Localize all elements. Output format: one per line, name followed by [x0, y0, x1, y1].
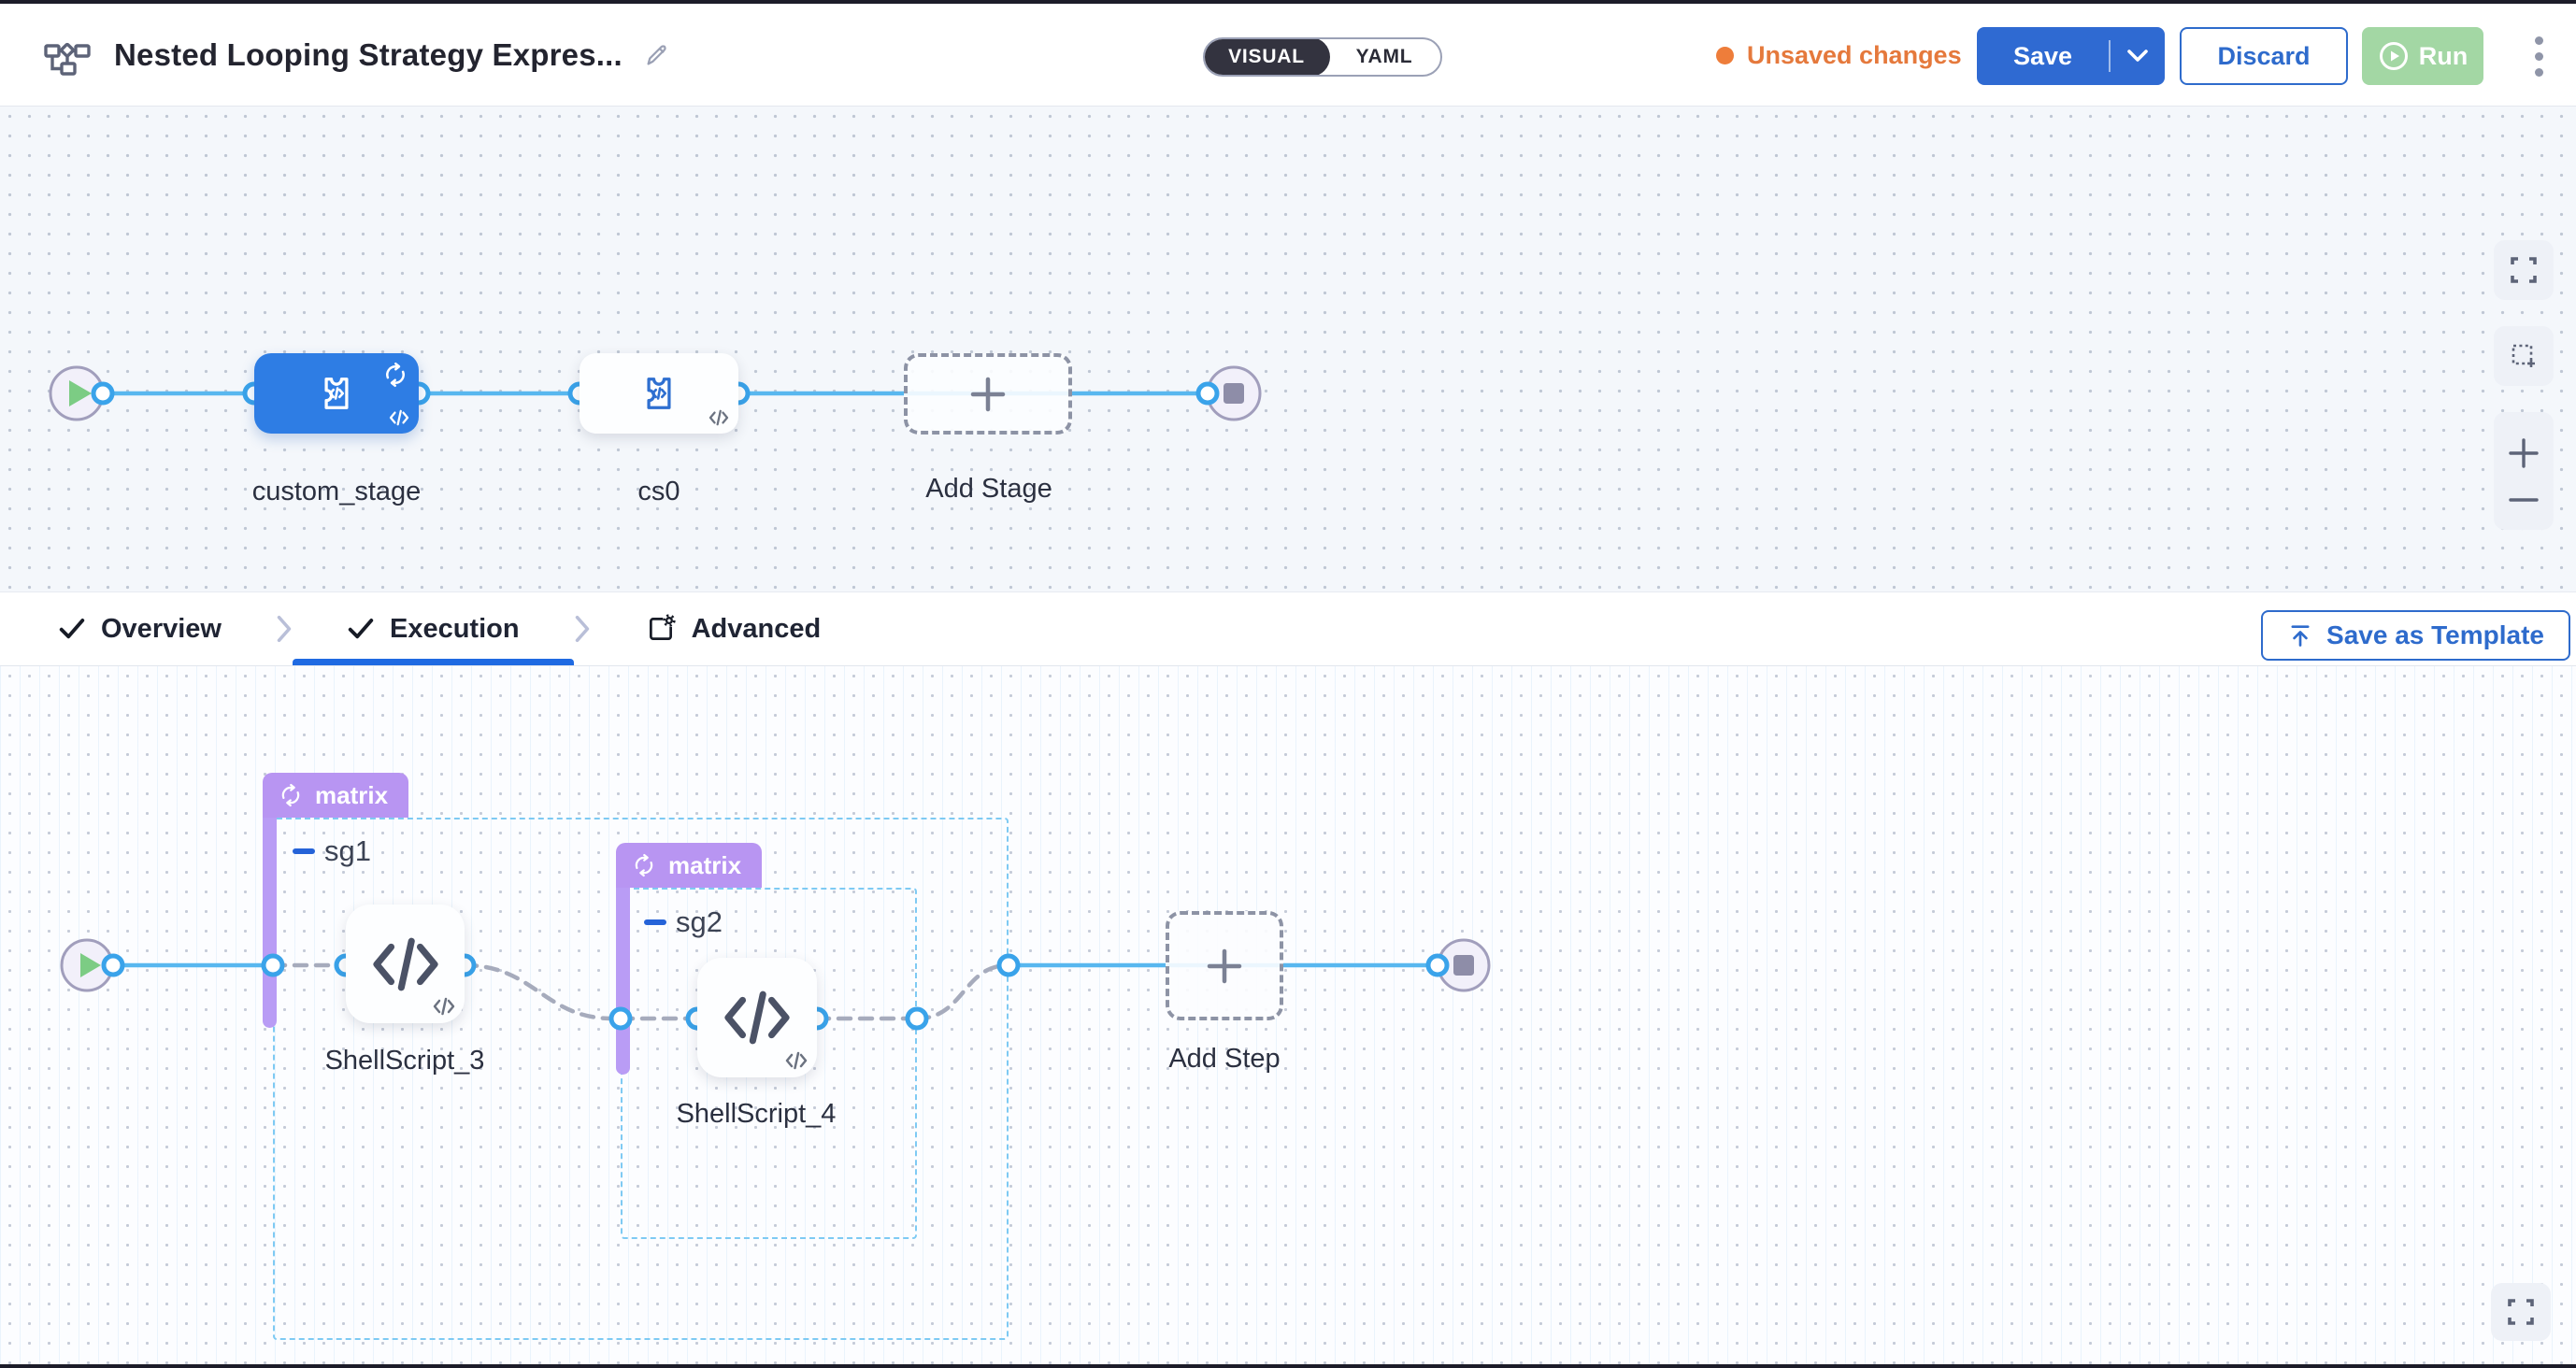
code-icon	[433, 997, 455, 1016]
stage-connectors	[0, 107, 2576, 591]
advanced-settings-icon	[645, 613, 677, 645]
save-button[interactable]: Save	[1977, 27, 2109, 85]
execution-graph-canvas[interactable]: matrix sg1 matrix sg2	[0, 666, 2576, 1364]
connector-port[interactable]	[999, 956, 1018, 975]
stage-label: cs0	[637, 477, 680, 507]
stop-icon	[1224, 383, 1244, 404]
step-label: ShellScript_4	[677, 1099, 837, 1130]
stage-tabs: Overview Execution Advanced	[0, 591, 2576, 666]
window-bottom-edge	[0, 1364, 2576, 1368]
connector-port[interactable]	[908, 1009, 926, 1028]
more-options-button[interactable]	[2520, 30, 2557, 82]
add-stage-button[interactable]	[904, 353, 1072, 435]
stage-node-cs0[interactable]	[580, 353, 738, 434]
discard-button[interactable]: Discard	[2180, 27, 2348, 85]
zoom-out-button[interactable]	[2507, 494, 2540, 506]
shell-script-icon	[370, 935, 441, 993]
unsaved-label: Unsaved changes	[1747, 41, 1962, 70]
header: Nested Looping Strategy Expres... VISUAL…	[0, 4, 2576, 107]
stage-label: custom_stage	[252, 477, 422, 507]
active-tab-underline	[293, 659, 574, 665]
chevron-right-icon	[276, 615, 293, 643]
connector-port[interactable]	[104, 956, 122, 975]
run-button[interactable]: Run	[2362, 27, 2483, 85]
step-label: ShellScript_3	[325, 1046, 485, 1076]
plus-icon	[1204, 946, 1245, 987]
custom-stage-icon	[314, 371, 359, 416]
toggle-yaml[interactable]: YAML	[1328, 39, 1440, 75]
tab-label: Execution	[390, 614, 520, 645]
tab-execution[interactable]: Execution	[341, 592, 525, 665]
connector-port[interactable]	[1428, 956, 1447, 975]
tab-advanced[interactable]: Advanced	[639, 592, 827, 665]
fullscreen-icon	[2508, 254, 2540, 286]
connector-port[interactable]	[1198, 384, 1217, 403]
page-title: Nested Looping Strategy Expres...	[114, 37, 623, 73]
tab-label: Advanced	[692, 614, 822, 645]
save-dropdown-button[interactable]	[2111, 27, 2165, 85]
connector-port[interactable]	[611, 1009, 630, 1028]
save-as-template-button[interactable]: Save as Template	[2261, 610, 2570, 661]
marquee-select-icon	[2508, 340, 2540, 372]
step-node-shellscript-4[interactable]	[697, 958, 817, 1077]
code-icon	[785, 1051, 808, 1070]
tab-overview[interactable]: Overview	[52, 592, 227, 665]
add-stage-label: Add Stage	[925, 474, 1052, 505]
toggle-visual[interactable]: VISUAL	[1203, 37, 1330, 77]
plus-icon	[967, 374, 1009, 415]
view-toggle: VISUAL YAML	[1203, 37, 1442, 77]
add-step-label: Add Step	[1168, 1044, 1280, 1075]
stop-icon	[1453, 955, 1474, 976]
fit-to-screen-button[interactable]	[2494, 240, 2554, 300]
add-step-button[interactable]	[1166, 911, 1283, 1020]
unsaved-changes: Unsaved changes	[1716, 4, 1962, 107]
check-icon	[58, 617, 86, 641]
upload-icon	[2287, 622, 2313, 648]
connector-port[interactable]	[93, 384, 112, 403]
chevron-right-icon	[574, 615, 591, 643]
chevron-down-icon	[2125, 48, 2150, 64]
unsaved-dot	[1716, 47, 1734, 64]
code-icon	[389, 409, 409, 426]
run-label: Run	[2419, 42, 2468, 71]
stage-graph-canvas[interactable]: custom_stage cs0 Add Stage	[0, 107, 2576, 591]
stage-node-custom-stage[interactable]	[254, 353, 419, 434]
step-node-shellscript-3[interactable]	[346, 905, 465, 1023]
save-as-template-label: Save as Template	[2326, 620, 2544, 650]
edit-pencil-icon[interactable]	[643, 41, 671, 69]
multi-select-button[interactable]	[2494, 326, 2554, 386]
tab-label: Overview	[101, 614, 222, 645]
zoom-in-button[interactable]	[2507, 436, 2540, 470]
pipeline-icon	[43, 34, 92, 77]
shell-script-icon	[722, 989, 793, 1047]
looping-strategy-icon	[381, 361, 409, 389]
code-icon	[708, 409, 729, 426]
custom-stage-icon	[637, 371, 681, 416]
tab-separator	[574, 615, 591, 643]
save-split-button: Save	[1977, 27, 2165, 85]
tab-separator	[276, 615, 293, 643]
zoom-controls	[2494, 412, 2554, 530]
connector-port[interactable]	[264, 956, 282, 975]
check-icon	[347, 617, 375, 641]
pipeline-studio: Nested Looping Strategy Expres... VISUAL…	[0, 0, 2576, 1368]
window-top-edge	[0, 0, 2576, 4]
run-play-icon	[2378, 40, 2410, 72]
